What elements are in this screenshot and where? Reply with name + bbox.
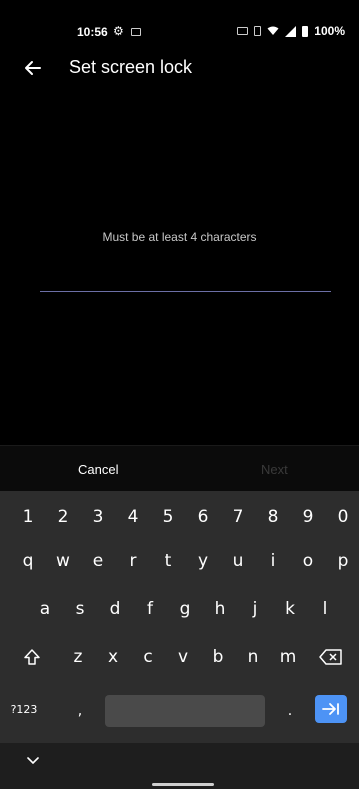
- shift-key[interactable]: [14, 635, 50, 679]
- key-t[interactable]: t: [153, 539, 183, 583]
- key-s[interactable]: s: [65, 587, 95, 631]
- period-key[interactable]: .: [275, 691, 305, 731]
- key-0[interactable]: 0: [328, 495, 358, 539]
- enter-key[interactable]: [315, 695, 347, 723]
- status-bar: 10:56 ⚙ 100%: [0, 0, 359, 48]
- key-2[interactable]: 2: [48, 495, 78, 539]
- key-9[interactable]: 9: [293, 495, 323, 539]
- wifi-icon: [267, 26, 279, 35]
- next-field-arrow-icon: [322, 703, 339, 715]
- key-1[interactable]: 1: [13, 495, 43, 539]
- shift-icon: [24, 649, 40, 665]
- key-a[interactable]: a: [30, 587, 60, 631]
- backspace-key[interactable]: [313, 635, 349, 679]
- key-k[interactable]: k: [275, 587, 305, 631]
- key-o[interactable]: o: [293, 539, 323, 583]
- key-n[interactable]: n: [238, 635, 268, 679]
- password-input[interactable]: [40, 270, 331, 292]
- comma-key[interactable]: ,: [65, 691, 95, 731]
- navigation-bar: [0, 743, 359, 789]
- key-g[interactable]: g: [170, 587, 200, 631]
- image-icon: [131, 28, 141, 36]
- key-3[interactable]: 3: [83, 495, 113, 539]
- keyboard-row-2: a s d f g h j k l: [0, 587, 359, 631]
- key-v[interactable]: v: [168, 635, 198, 679]
- key-4[interactable]: 4: [118, 495, 148, 539]
- key-7[interactable]: 7: [223, 495, 253, 539]
- key-e[interactable]: e: [83, 539, 113, 583]
- key-h[interactable]: h: [205, 587, 235, 631]
- symbols-key[interactable]: ?123: [6, 691, 42, 727]
- key-z[interactable]: z: [63, 635, 93, 679]
- key-5[interactable]: 5: [153, 495, 183, 539]
- key-q[interactable]: q: [13, 539, 43, 583]
- key-l[interactable]: l: [310, 587, 340, 631]
- battery-icon: [302, 25, 309, 37]
- key-c[interactable]: c: [133, 635, 163, 679]
- keyboard-row-1: q w e r t y u i o p: [0, 539, 359, 583]
- key-p[interactable]: p: [328, 539, 358, 583]
- key-f[interactable]: f: [135, 587, 165, 631]
- battery-percent: 100%: [314, 24, 345, 38]
- key-b[interactable]: b: [203, 635, 233, 679]
- app-bar: Set screen lock: [0, 52, 359, 84]
- action-bar: Cancel Next: [0, 445, 359, 491]
- key-r[interactable]: r: [118, 539, 148, 583]
- home-indicator[interactable]: [152, 783, 214, 786]
- gear-icon: ⚙: [113, 24, 124, 38]
- key-m[interactable]: m: [273, 635, 303, 679]
- vibrate-icon: [254, 26, 262, 36]
- keyboard-number-row: 1 2 3 4 5 6 7 8 9 0: [0, 495, 359, 539]
- key-w[interactable]: w: [48, 539, 78, 583]
- key-8[interactable]: 8: [258, 495, 288, 539]
- space-bar[interactable]: [105, 695, 265, 727]
- status-time: 10:56: [77, 25, 108, 39]
- page-title: Set screen lock: [69, 57, 193, 77]
- key-j[interactable]: j: [240, 587, 270, 631]
- status-icons: 100%: [237, 24, 345, 38]
- chevron-down-icon[interactable]: [26, 755, 40, 765]
- key-d[interactable]: d: [100, 587, 130, 631]
- key-x[interactable]: x: [98, 635, 128, 679]
- keyboard-icon: [237, 27, 249, 35]
- back-arrow-icon[interactable]: [20, 54, 48, 82]
- keyboard-bottom-row: ?123 , .: [0, 691, 359, 735]
- key-6[interactable]: 6: [188, 495, 218, 539]
- key-u[interactable]: u: [223, 539, 253, 583]
- backspace-icon: [319, 649, 342, 665]
- keyboard-row-3: z x c v b n m: [0, 635, 359, 679]
- next-button[interactable]: Next: [261, 462, 288, 477]
- key-y[interactable]: y: [188, 539, 218, 583]
- signal-icon: [285, 25, 297, 37]
- keyboard: 1 2 3 4 5 6 7 8 9 0 q w e r t y u i o p …: [0, 491, 359, 789]
- cancel-button[interactable]: Cancel: [78, 462, 118, 477]
- password-hint: Must be at least 4 characters: [102, 230, 257, 244]
- key-i[interactable]: i: [258, 539, 288, 583]
